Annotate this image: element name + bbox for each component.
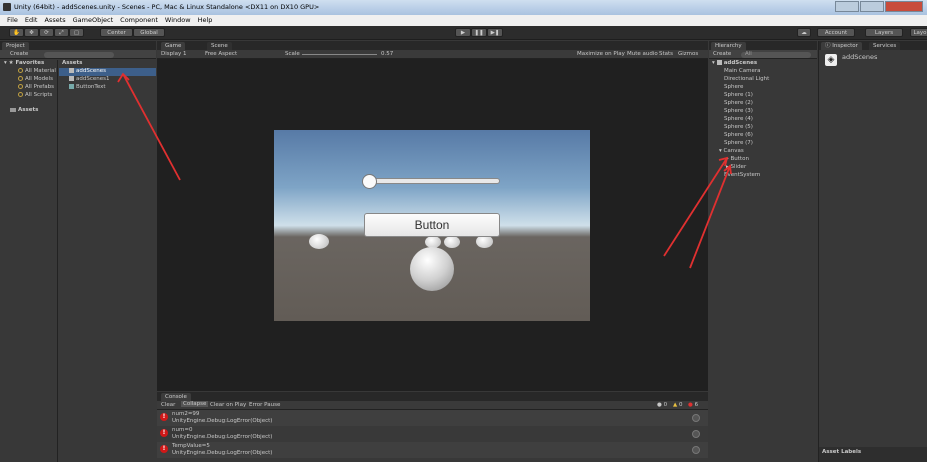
red-arrow-icon: [122, 73, 181, 181]
red-arrow-icon: [689, 165, 731, 269]
annotation-arrows: [117, 72, 732, 269]
red-arrow-icon: [663, 157, 728, 257]
